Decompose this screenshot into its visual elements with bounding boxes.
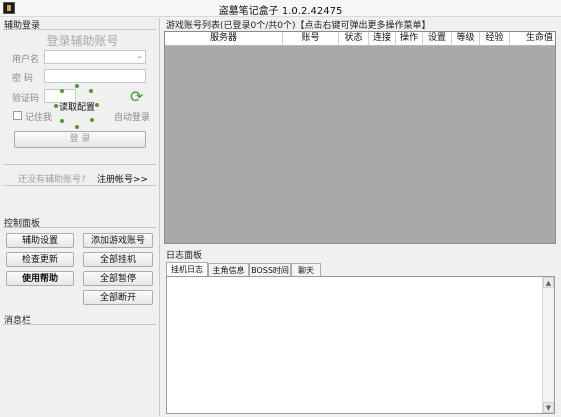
remember-checkbox[interactable]	[13, 111, 22, 120]
assist-settings-button[interactable]: 辅助设置	[6, 233, 74, 248]
scroll-down-icon[interactable]: ▼	[543, 402, 554, 413]
chevron-down-icon[interactable]: ⌄	[136, 51, 143, 60]
password-label: 密 码	[12, 74, 33, 84]
column-header-settings[interactable]: 设置	[423, 32, 452, 46]
column-header-status[interactable]: 状态	[339, 32, 369, 46]
add-game-account-button[interactable]: 添加游戏账号	[83, 233, 153, 248]
login-button[interactable]: 登 录	[14, 131, 146, 148]
divider	[3, 29, 156, 30]
divider	[3, 185, 156, 186]
divider	[3, 324, 156, 325]
log-textarea[interactable]: ▲ ▼	[166, 276, 555, 414]
column-header-hp[interactable]: 生命值	[510, 32, 555, 46]
refresh-captcha-icon[interactable]: ⟳	[130, 89, 143, 105]
log-scrollbar[interactable]: ▲ ▼	[542, 277, 554, 413]
captcha-label: 验证码	[12, 94, 40, 104]
login-heading: 登录辅助账号	[46, 34, 119, 48]
pause-all-button[interactable]: 全部暂停	[83, 271, 153, 286]
no-account-text: 还没有辅助账号?	[18, 175, 86, 185]
divider	[3, 227, 156, 228]
tab-boss-time[interactable]: BOSS时间	[249, 263, 291, 277]
column-header-operation[interactable]: 操作	[396, 32, 423, 46]
username-combobox[interactable]: ⌄	[44, 50, 146, 64]
hang-all-button[interactable]: 全部挂机	[83, 252, 153, 267]
divider	[3, 164, 156, 165]
panel-separator	[159, 18, 160, 416]
disconnect-all-button[interactable]: 全部断开	[83, 290, 153, 305]
accounts-table[interactable]: 服务器 账号 状态 连接 操作 设置 等级 经验 生命值	[164, 31, 556, 244]
column-header-connection[interactable]: 连接	[369, 32, 396, 46]
window-title: 盗墓笔记盒子 1.0.2.42475	[218, 6, 343, 17]
column-header-server[interactable]: 服务器	[165, 32, 283, 46]
remember-label: 记住我	[25, 113, 53, 123]
username-label: 用户名	[12, 55, 40, 65]
scroll-up-icon[interactable]: ▲	[543, 277, 554, 288]
password-field[interactable]	[44, 69, 146, 83]
check-update-button[interactable]: 检查更新	[6, 252, 74, 267]
loading-text: 读取配置	[58, 103, 95, 113]
tab-character-info[interactable]: 主角信息	[208, 263, 249, 277]
tab-chat[interactable]: 聊天	[291, 263, 321, 277]
loading-spinner: 读取配置	[54, 84, 100, 132]
tab-hang-log[interactable]: 挂机日志	[166, 262, 208, 277]
accounts-group-title: 游戏账号列表(已登录0个/共0个)【点击右键可弹出更多操作菜单】	[166, 21, 431, 31]
register-link[interactable]: 注册帐号>>	[97, 172, 148, 185]
column-header-level[interactable]: 等级	[452, 32, 480, 46]
usage-help-button[interactable]: 使用帮助	[6, 271, 74, 286]
log-group-title: 日志面板	[166, 251, 203, 261]
title-bar: 盗墓笔记盒子 1.0.2.42475	[0, 0, 561, 17]
auto-login-label: 自动登录	[114, 113, 151, 123]
message-area	[3, 326, 156, 414]
column-header-account[interactable]: 账号	[283, 32, 339, 46]
column-header-exp[interactable]: 经验	[480, 32, 510, 46]
